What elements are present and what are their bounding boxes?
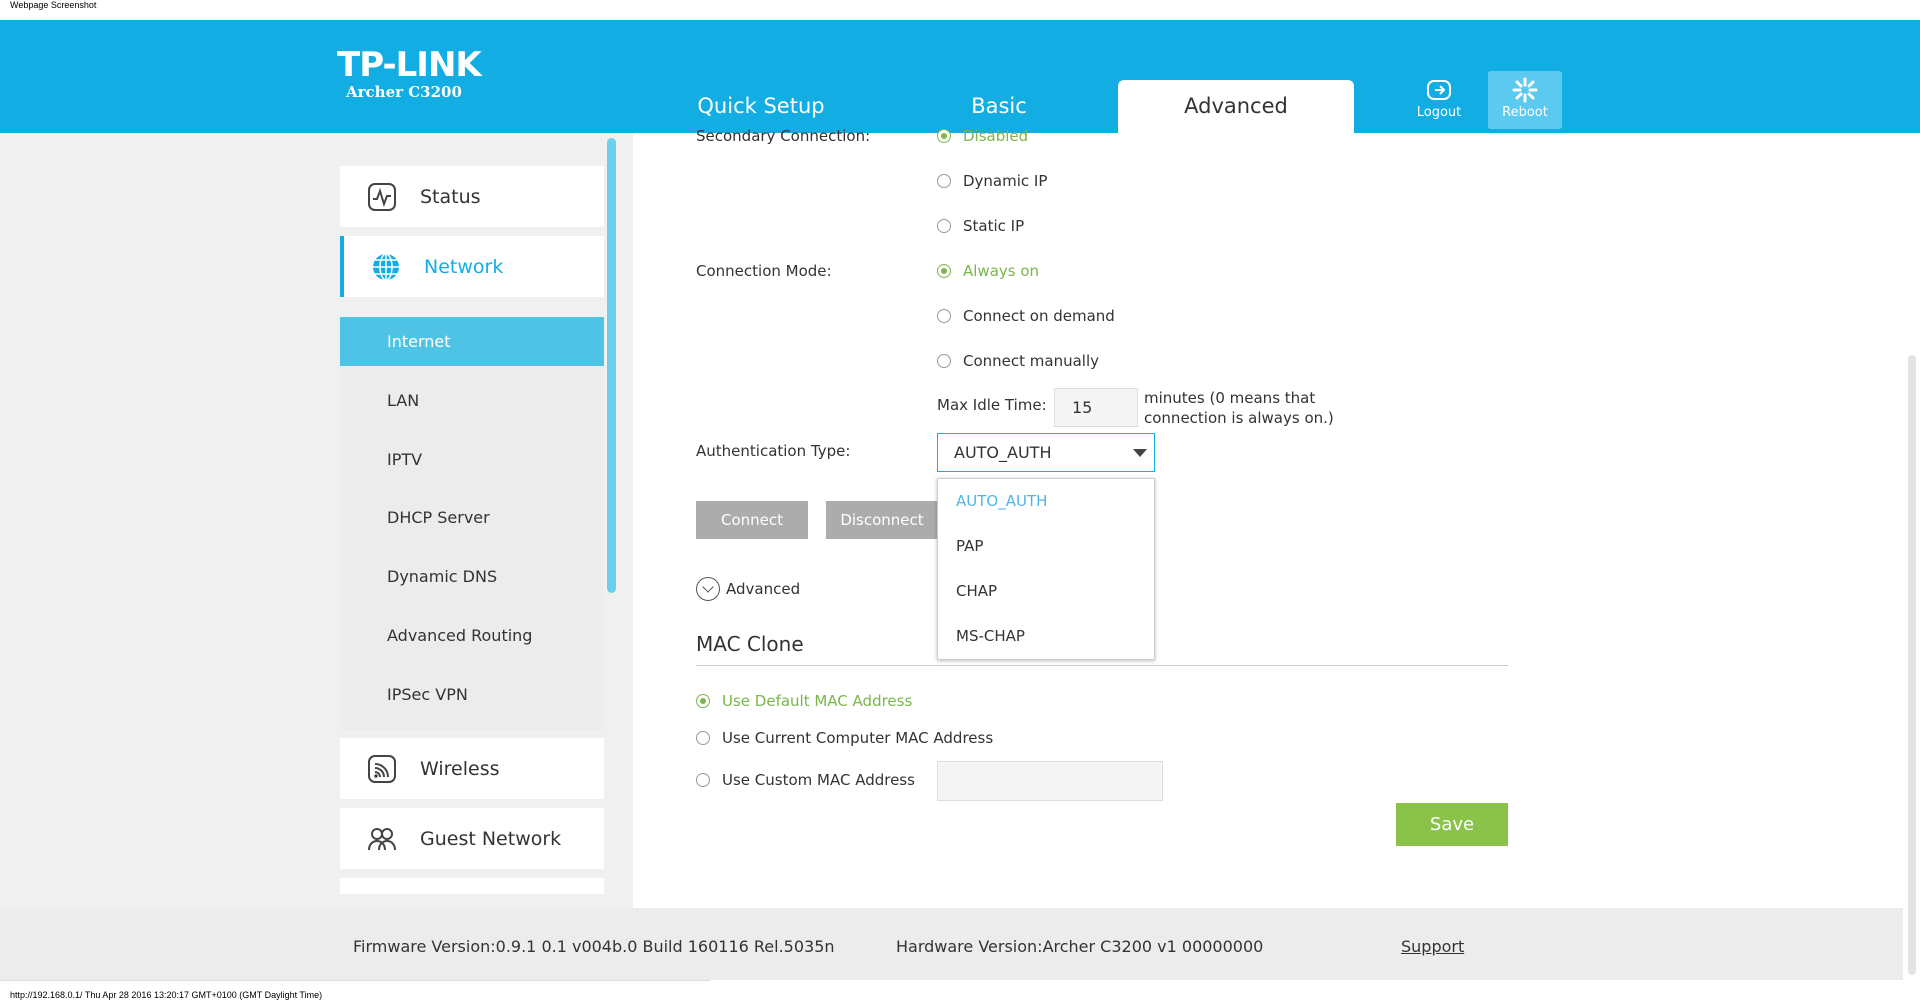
sidebar-item-advanced-routing[interactable]: Advanced Routing — [340, 611, 604, 660]
sidebar-item-ipsec-vpn[interactable]: IPSec VPN — [340, 670, 604, 719]
chevron-down-icon — [696, 577, 720, 601]
select-value: AUTO_AUTH — [954, 443, 1052, 462]
radio-dot — [937, 309, 951, 323]
sidebar-item-label: Wireless — [420, 757, 500, 780]
radio-secondary-disabled[interactable]: Disabled — [937, 127, 1028, 145]
reboot-icon — [1488, 71, 1562, 105]
hint-line: minutes (0 means that — [1144, 389, 1316, 407]
save-button[interactable]: Save — [1396, 803, 1508, 846]
max-idle-time-hint: minutes (0 means that connection is alwa… — [1144, 388, 1384, 428]
sidebar-item-internet[interactable]: Internet — [340, 317, 604, 366]
tab-basic[interactable]: Basic — [881, 80, 1117, 133]
firmware-version: Firmware Version:0.9.1 0.1 v004b.0 Build… — [353, 937, 835, 956]
logout-label: Logout — [1416, 105, 1462, 120]
chevron-down-icon — [1133, 449, 1147, 457]
max-idle-time-label: Max Idle Time: — [937, 396, 1047, 414]
radio-label: Use Default MAC Address — [722, 692, 913, 710]
sidebar-item-partial — [340, 878, 604, 894]
sidebar-item-dynamic-dns[interactable]: Dynamic DNS — [340, 552, 604, 601]
sidebar-item-label: Status — [420, 185, 481, 208]
advanced-toggle[interactable]: Advanced — [696, 577, 800, 601]
hardware-version: Hardware Version:Archer C3200 v1 0000000… — [896, 937, 1264, 956]
sidebar-item-lan[interactable]: LAN — [340, 376, 604, 425]
radio-connect-on-demand[interactable]: Connect on demand — [937, 307, 1115, 325]
logout-button[interactable]: Logout — [1402, 71, 1476, 129]
sidebar-item-iptv[interactable]: IPTV — [340, 435, 604, 484]
page-scrollbar[interactable] — [1908, 355, 1916, 975]
secondary-connection-label: Secondary Connection: — [696, 127, 871, 145]
page-label: Webpage Screenshot — [10, 0, 97, 10]
wireless-icon — [368, 754, 396, 783]
section-divider — [696, 665, 1508, 666]
dropdown-option-pap[interactable]: PAP — [938, 524, 1154, 569]
custom-mac-input[interactable] — [937, 761, 1163, 801]
sidebar-scrollbar[interactable] — [607, 138, 616, 593]
sidebar-item-network[interactable]: Network — [340, 236, 604, 297]
radio-current-computer-mac[interactable]: Use Current Computer MAC Address — [696, 729, 993, 747]
radio-secondary-dynamic-ip[interactable]: Dynamic IP — [937, 172, 1047, 190]
sidebar-item-label: Network — [424, 255, 504, 278]
logout-icon — [1402, 71, 1476, 105]
brand-logo: TP-LINK — [337, 45, 482, 85]
radio-label: Connect manually — [963, 352, 1100, 370]
radio-label: Use Custom MAC Address — [722, 771, 915, 789]
reboot-label: Reboot — [1502, 105, 1548, 120]
connection-mode-label: Connection Mode: — [696, 262, 832, 280]
guest-network-icon — [368, 827, 396, 850]
sidebar-item-dhcp-server[interactable]: DHCP Server — [340, 493, 604, 542]
radio-dot — [937, 219, 951, 233]
radio-label: Dynamic IP — [963, 172, 1048, 190]
tab-quick-setup[interactable]: Quick Setup — [643, 80, 879, 133]
radio-dot — [696, 731, 710, 745]
radio-dot — [937, 129, 951, 143]
hint-line: connection is always on.) — [1144, 409, 1334, 427]
sidebar-item-label: Guest Network — [420, 827, 562, 850]
sidebar-item-status[interactable]: Status — [340, 166, 604, 227]
disconnect-button[interactable]: Disconnect — [826, 501, 938, 539]
radio-label: Connect on demand — [963, 307, 1115, 325]
sidebar-item-guest-network[interactable]: Guest Network — [340, 808, 604, 869]
reboot-button[interactable]: Reboot — [1488, 71, 1562, 129]
radio-always-on[interactable]: Always on — [937, 262, 1039, 280]
authentication-type-label: Authentication Type: — [696, 442, 851, 460]
sidebar-item-wireless[interactable]: Wireless — [340, 738, 604, 799]
radio-dot — [937, 354, 951, 368]
status-bar-divider — [0, 980, 710, 981]
globe-icon — [373, 252, 399, 281]
radio-custom-mac[interactable]: Use Custom MAC Address — [696, 771, 915, 789]
model-name: Archer C3200 — [346, 83, 462, 101]
radio-dot — [696, 773, 710, 787]
authentication-type-dropdown: AUTO_AUTH PAP CHAP MS-CHAP — [937, 478, 1155, 660]
advanced-toggle-label: Advanced — [726, 580, 801, 598]
tab-advanced[interactable]: Advanced — [1118, 80, 1354, 133]
mac-clone-title: MAC Clone — [696, 632, 804, 656]
radio-label: Use Current Computer MAC Address — [722, 729, 994, 747]
radio-dot — [937, 264, 951, 278]
radio-dot — [696, 694, 710, 708]
authentication-type-select[interactable]: AUTO_AUTH — [937, 433, 1155, 472]
dropdown-option-auto-auth[interactable]: AUTO_AUTH — [938, 479, 1154, 524]
radio-dot — [937, 174, 951, 188]
radio-label: Always on — [963, 262, 1040, 280]
radio-default-mac[interactable]: Use Default MAC Address — [696, 692, 912, 710]
connect-button[interactable]: Connect — [696, 501, 808, 539]
max-idle-time-input[interactable]: 15 — [1054, 388, 1138, 427]
radio-label: Disabled — [963, 127, 1029, 145]
radio-label: Static IP — [963, 217, 1025, 235]
support-link[interactable]: Support — [1401, 937, 1464, 956]
status-icon — [368, 182, 396, 211]
dropdown-option-chap[interactable]: CHAP — [938, 569, 1154, 614]
dropdown-option-ms-chap[interactable]: MS-CHAP — [938, 614, 1154, 659]
radio-secondary-static-ip[interactable]: Static IP — [937, 217, 1024, 235]
status-bar-text: http://192.168.0.1/ Thu Apr 28 2016 13:2… — [10, 990, 323, 1000]
radio-connect-manually[interactable]: Connect manually — [937, 352, 1099, 370]
